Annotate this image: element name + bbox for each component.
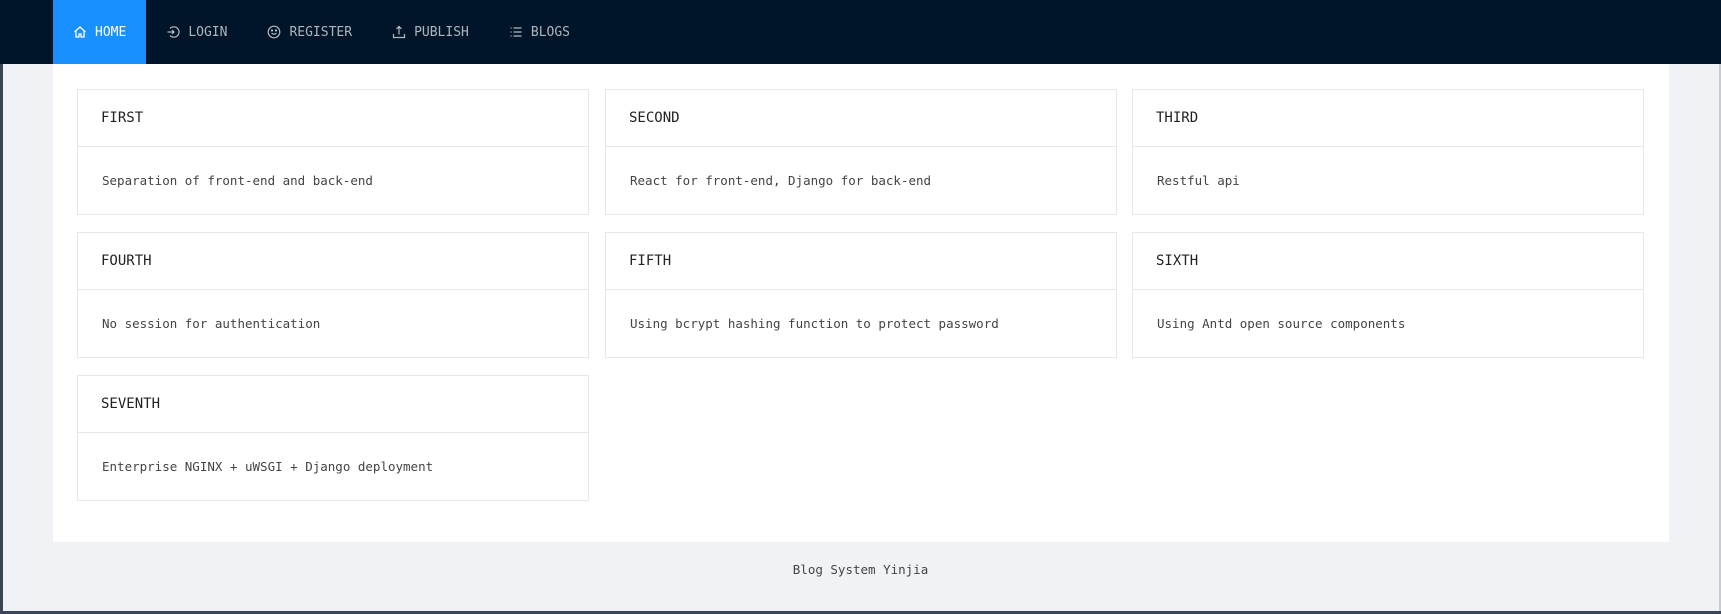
list-icon	[509, 25, 523, 39]
top-header: HOME LOGIN REGISTER PUBLISH BLOGS	[0, 0, 1721, 64]
card-title: FIFTH	[606, 233, 1116, 290]
window-left-border	[0, 0, 3, 614]
main-nav: HOME LOGIN REGISTER PUBLISH BLOGS	[53, 0, 590, 64]
card-text: No session for authentication	[102, 316, 321, 331]
upload-icon	[392, 25, 406, 39]
home-icon	[73, 25, 87, 39]
nav-item-label: REGISTER	[289, 24, 353, 40]
feature-card: THIRD Restful api	[1132, 89, 1644, 215]
nav-item-label: BLOGS	[530, 24, 571, 40]
login-icon	[166, 25, 180, 39]
card-title: FOURTH	[78, 233, 588, 290]
nav-item-label: LOGIN	[188, 24, 228, 40]
feature-card: FOURTH No session for authentication	[77, 232, 589, 358]
card-title: THIRD	[1133, 90, 1643, 147]
feature-card: FIFTH Using bcrypt hashing function to p…	[605, 232, 1117, 358]
main-content: FIRST Separation of front-end and back-e…	[53, 64, 1669, 542]
card-text: Using Antd open source components	[1157, 316, 1406, 331]
feature-card: FIRST Separation of front-end and back-e…	[77, 89, 589, 215]
nav-item-home[interactable]: HOME	[53, 0, 147, 64]
nav-item-publish[interactable]: PUBLISH	[372, 0, 489, 64]
card-title: SIXTH	[1133, 233, 1643, 290]
smile-icon	[267, 25, 281, 39]
card-title: SECOND	[606, 90, 1116, 147]
feature-card: SECOND React for front-end, Django for b…	[605, 89, 1117, 215]
nav-item-register[interactable]: REGISTER	[247, 0, 372, 64]
card-title: SEVENTH	[78, 376, 588, 433]
nav-item-label: PUBLISH	[414, 24, 469, 40]
feature-card: SEVENTH Enterprise NGINX + uWSGI + Djang…	[77, 375, 589, 501]
card-text: Using bcrypt hashing function to protect…	[630, 316, 999, 331]
nav-item-label: HOME	[95, 24, 127, 40]
nav-item-login[interactable]: LOGIN	[146, 0, 247, 64]
card-text: Enterprise NGINX + uWSGI + Django deploy…	[102, 459, 434, 474]
card-text: React for front-end, Django for back-end	[630, 173, 932, 188]
card-text: Separation of front-end and back-end	[102, 173, 373, 188]
feature-card: SIXTH Using Antd open source components	[1132, 232, 1644, 358]
card-text: Restful api	[1157, 173, 1240, 188]
footer-text: Blog System Yinjia	[792, 562, 929, 577]
nav-item-blogs[interactable]: BLOGS	[489, 0, 590, 64]
card-title: FIRST	[78, 90, 588, 147]
